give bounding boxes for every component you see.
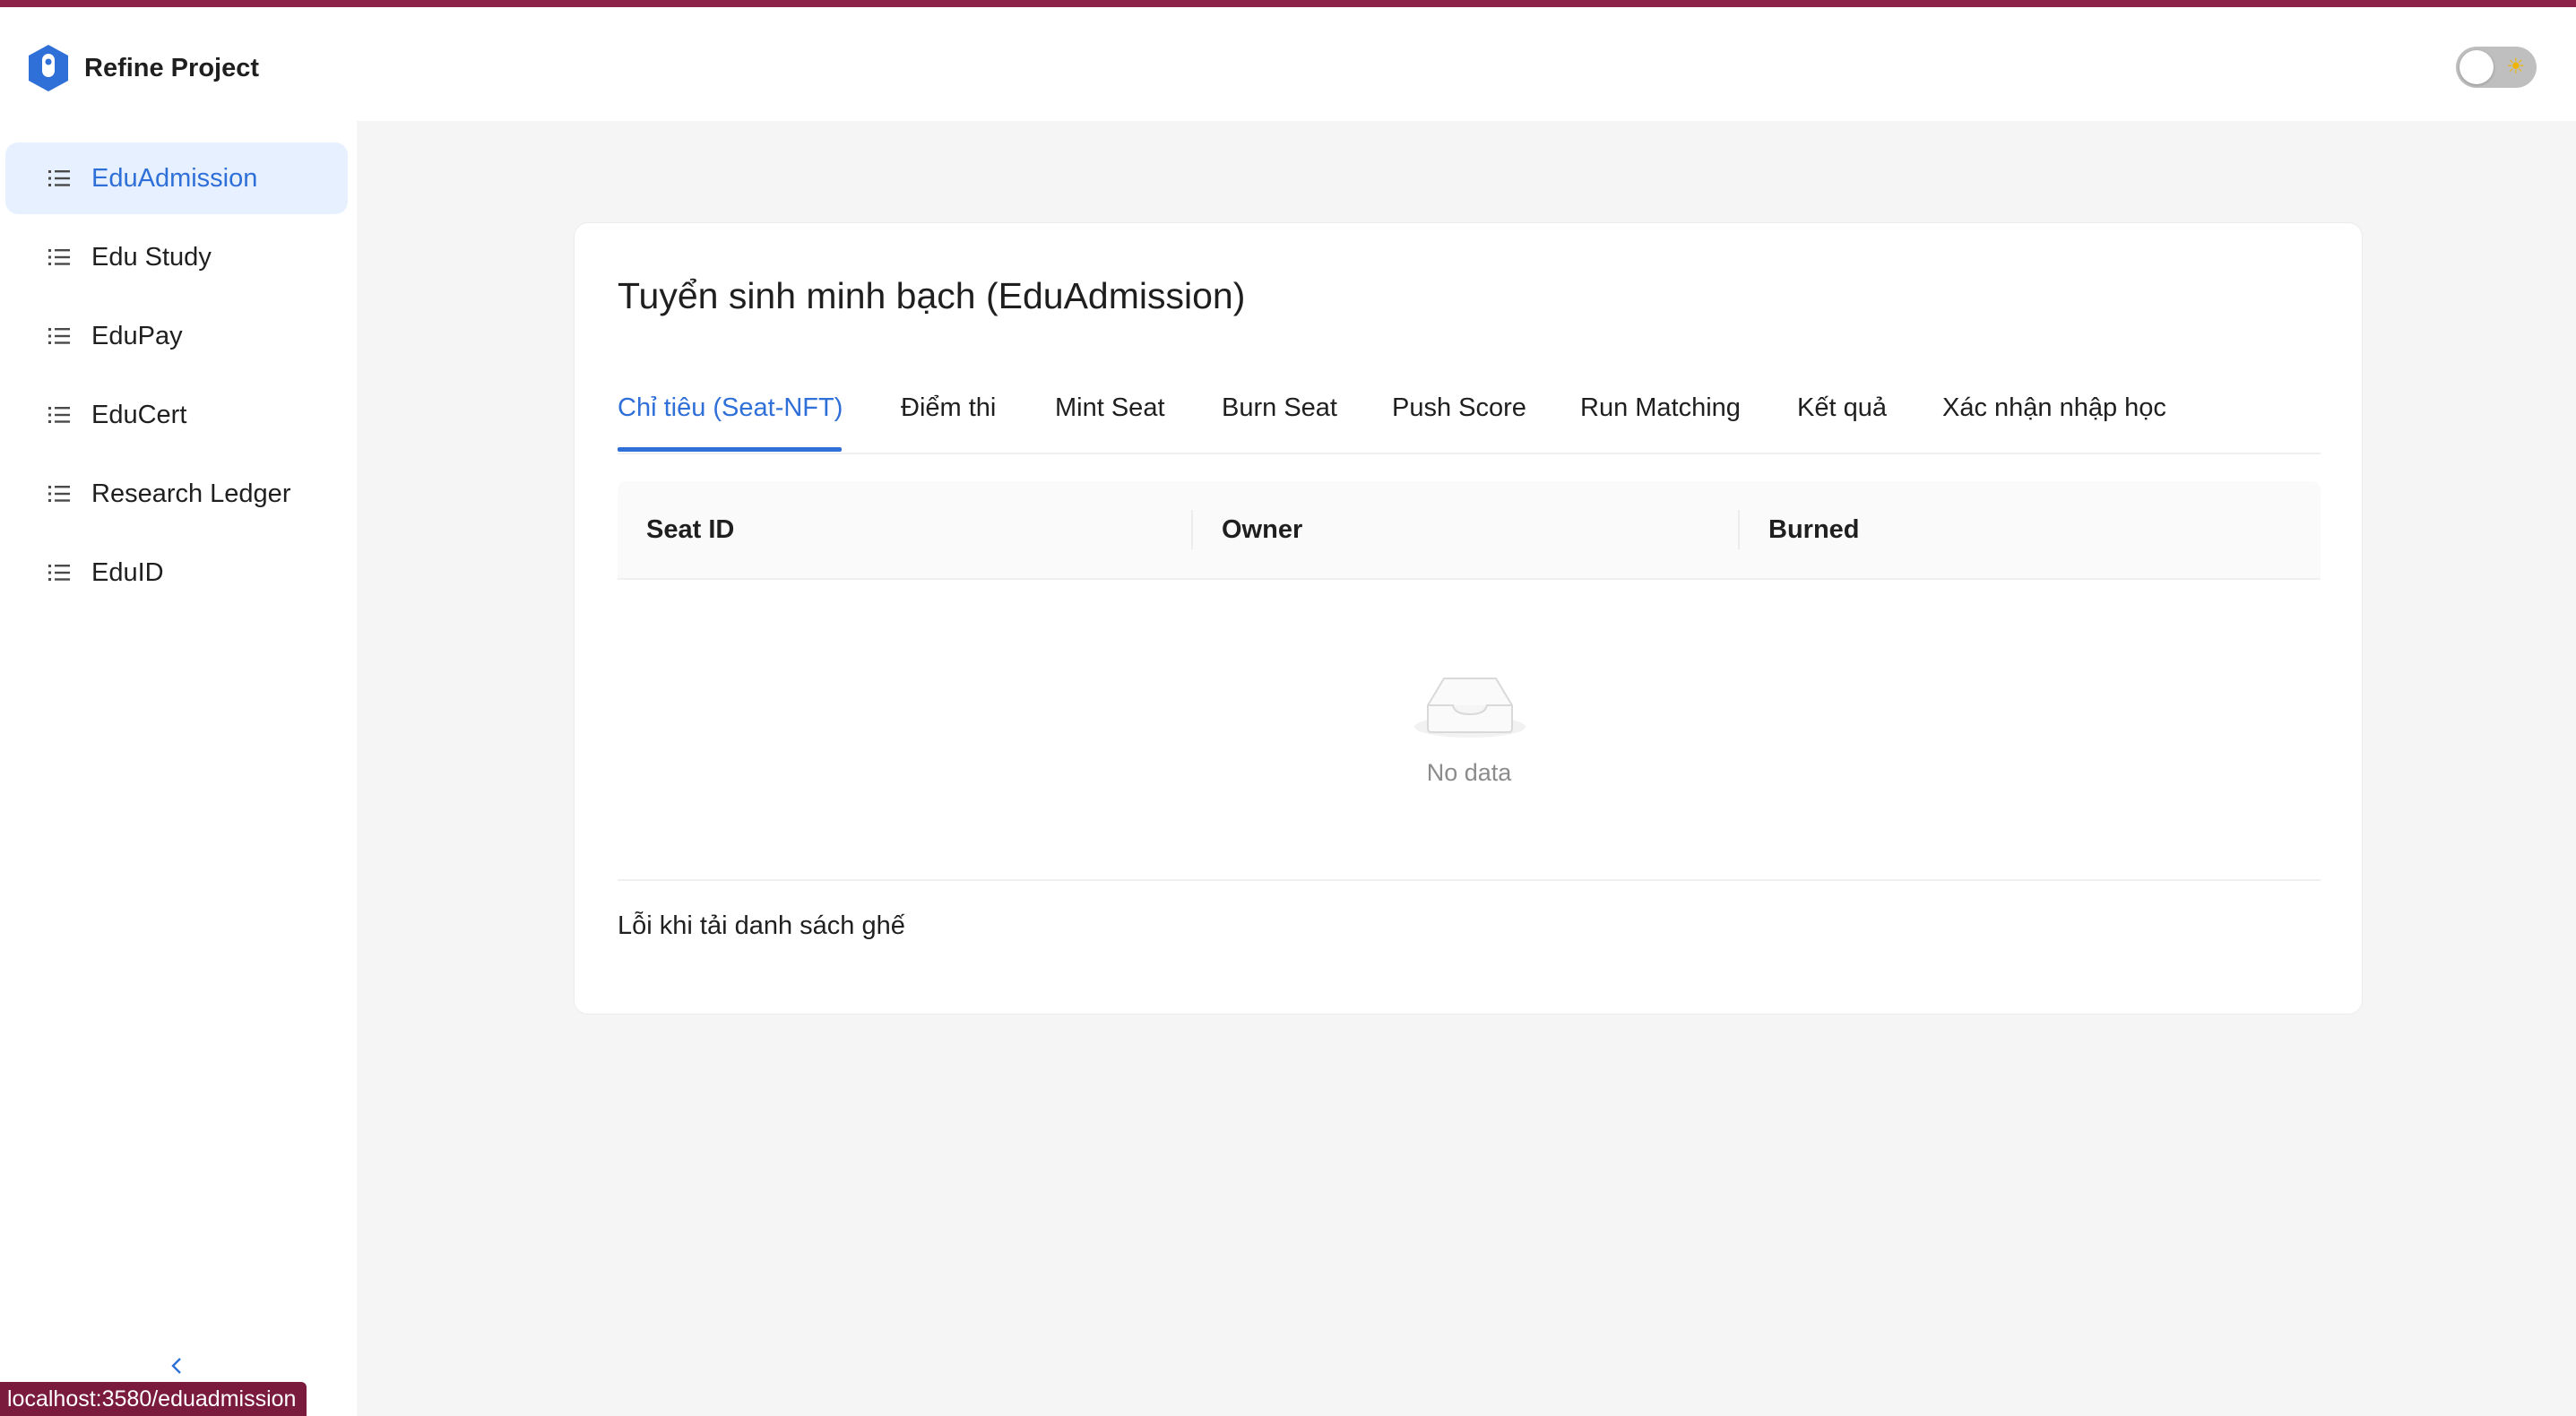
app-title: Refine Project: [84, 53, 259, 82]
tab-ket-qua[interactable]: Kết quả: [1797, 393, 1887, 423]
sidebar-menu: EduAdmission Edu Study EduPay EduCert Re…: [5, 142, 348, 616]
sidebar-item-edu-study[interactable]: Edu Study: [5, 221, 348, 293]
column-divider: [1738, 510, 1740, 549]
refine-logo-icon: [25, 43, 72, 93]
list-icon: [47, 324, 72, 349]
sidebar-item-label: EduAdmission: [91, 163, 258, 193]
column-header-burned[interactable]: Burned: [1768, 515, 1860, 545]
status-url: localhost:3580/eduadmission: [0, 1382, 307, 1416]
sidebar-item-label: EduPay: [91, 321, 183, 350]
top-accent-bar: [0, 0, 2576, 7]
list-icon: [47, 402, 72, 427]
sidebar-item-label: EduCert: [91, 400, 187, 429]
error-message: Lỗi khi tải danh sách ghế: [618, 911, 905, 940]
tab-push-score[interactable]: Push Score: [1392, 393, 1526, 423]
chevron-left-icon[interactable]: [167, 1355, 188, 1377]
sidebar-item-eduid[interactable]: EduID: [5, 537, 348, 609]
column-header-owner[interactable]: Owner: [1222, 515, 1302, 545]
tab-mint-seat[interactable]: Mint Seat: [1055, 393, 1165, 423]
sidebar-item-educert[interactable]: EduCert: [5, 379, 348, 451]
sidebar: EduAdmission Edu Study EduPay EduCert Re…: [0, 121, 357, 1416]
empty-inbox-icon: [1412, 661, 1528, 741]
app-root: Refine Project ☀ EduAdmission Edu Study: [0, 0, 2576, 1416]
seat-table: Seat ID Owner Burned No data: [618, 481, 2321, 881]
column-divider: [1191, 510, 1193, 549]
brand[interactable]: Refine Project: [25, 43, 259, 93]
sidebar-item-label: EduID: [91, 557, 164, 587]
theme-toggle[interactable]: ☀: [2456, 47, 2537, 88]
sidebar-item-label: Edu Study: [91, 242, 212, 272]
list-icon: [47, 481, 72, 506]
list-icon: [47, 245, 72, 270]
table-header: Seat ID Owner Burned: [618, 481, 2321, 580]
column-header-seat-id[interactable]: Seat ID: [646, 515, 734, 545]
list-icon: [47, 166, 72, 191]
tab-diem-thi[interactable]: Điểm thi: [901, 393, 996, 423]
empty-text: No data: [1426, 759, 1512, 786]
sidebar-item-research-ledger[interactable]: Research Ledger: [5, 458, 348, 530]
sidebar-item-edupay[interactable]: EduPay: [5, 300, 348, 372]
tab-seat-nft[interactable]: Chỉ tiêu (Seat-NFT): [618, 393, 843, 423]
table-empty-state: No data: [618, 580, 2321, 881]
tab-xac-nhan-nhap-hoc[interactable]: Xác nhận nhập học: [1942, 393, 2166, 423]
page-title: Tuyển sinh minh bạch (EduAdmission): [618, 275, 1246, 316]
sun-icon: ☀: [2506, 55, 2526, 79]
toggle-knob: [2459, 50, 2494, 84]
list-icon: [47, 560, 72, 585]
tab-burn-seat[interactable]: Burn Seat: [1222, 393, 1337, 423]
tab-bar: Chỉ tiêu (Seat-NFT) Điểm thi Mint Seat B…: [618, 381, 2321, 454]
tab-run-matching[interactable]: Run Matching: [1580, 393, 1741, 423]
header: Refine Project ☀: [0, 7, 2576, 121]
active-tab-indicator: [618, 447, 842, 452]
sidebar-item-eduadmission[interactable]: EduAdmission: [5, 142, 348, 214]
sidebar-item-label: Research Ledger: [91, 479, 291, 508]
admission-card: Tuyển sinh minh bạch (EduAdmission) Chỉ …: [574, 222, 2363, 1015]
